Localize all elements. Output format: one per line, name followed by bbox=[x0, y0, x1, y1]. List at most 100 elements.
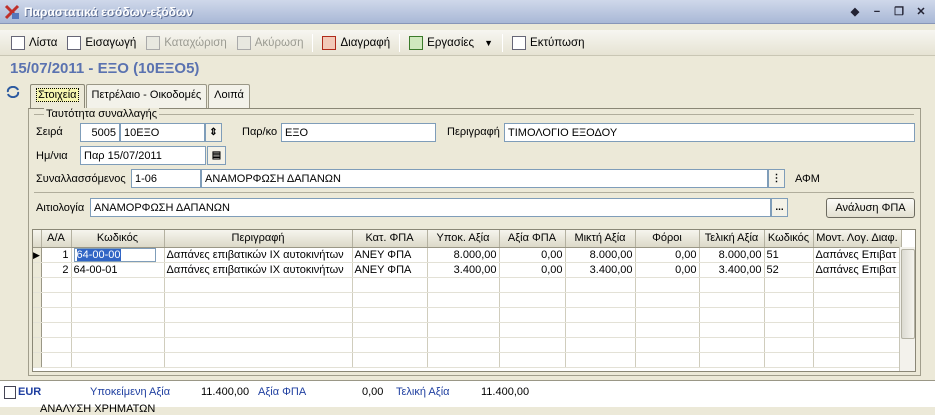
code-selected-text: 64-00-00 bbox=[76, 248, 121, 261]
vat-analysis-button[interactable]: Ανάλυση ΦΠΑ bbox=[826, 198, 915, 218]
grid-scrollbar[interactable] bbox=[899, 247, 915, 371]
tab-strip: Στοιχεία Πετρέλαιο - Οικοδομές Λοιπά bbox=[30, 84, 251, 108]
lines-table: Α/Α Κωδικός Περιγραφή Κατ. ΦΠΑ Υποκ. Αξί… bbox=[33, 230, 902, 368]
col-net-header[interactable]: Υποκ. Αξία bbox=[427, 230, 500, 248]
cell-vatcat[interactable]: ΑΝΕΥ ΦΠΑ bbox=[352, 262, 428, 278]
row-indicator: ▶ bbox=[33, 247, 42, 263]
col-descr-header[interactable]: Περιγραφή bbox=[164, 230, 353, 248]
cell-code2[interactable]: 52 bbox=[764, 262, 814, 278]
code-edit-field[interactable]: 64-00-00 bbox=[73, 247, 156, 261]
list-button[interactable]: Λίστα bbox=[6, 32, 62, 54]
col-vatcat-header[interactable]: Κατ. ΦΠΑ bbox=[352, 230, 428, 248]
cell-descr[interactable]: Δαπάνες επιβατικών IX αυτοκινήτων bbox=[164, 262, 353, 278]
table-row[interactable]: 2 64-00-01 Δαπάνες επιβατικών IX αυτοκιν… bbox=[33, 262, 902, 278]
list-icon bbox=[11, 35, 25, 50]
insert-button[interactable]: Εισαγωγή bbox=[62, 32, 141, 54]
divider bbox=[34, 192, 914, 193]
partner-code-field[interactable]: 1-06 bbox=[131, 169, 201, 188]
tab-label: Λοιπά bbox=[214, 89, 244, 101]
tab-other[interactable]: Λοιπά bbox=[208, 84, 250, 108]
refresh-icon[interactable] bbox=[6, 85, 20, 99]
cell-net[interactable]: 3.400,00 bbox=[427, 262, 500, 278]
col-code-header[interactable]: Κωδικός bbox=[71, 230, 165, 248]
empty-row bbox=[33, 352, 902, 368]
print-icon bbox=[512, 35, 527, 50]
cell-aa[interactable]: 1 bbox=[41, 247, 72, 263]
table-row[interactable]: ▶ 1 64-00-00 Δαπάνες επιβατικών IX αυτοκ… bbox=[33, 247, 902, 263]
series-name-field[interactable]: 10ΕΞΟ bbox=[120, 123, 205, 142]
col-model-header[interactable]: Μοντ. Λογ. Διαφ. bbox=[813, 230, 902, 248]
cancel-button[interactable]: Ακύρωση bbox=[232, 32, 309, 54]
list-label: Λίστα bbox=[29, 36, 58, 49]
col-total-header[interactable]: Τελική Αξία bbox=[699, 230, 765, 248]
scrollbar-thumb[interactable] bbox=[901, 249, 915, 339]
cut-off-text: ΑΝΑΛΥΣΗ ΧΡΗΜΑΤΩΝ bbox=[40, 403, 156, 415]
net-label: Υποκείμενη Αξία bbox=[90, 386, 171, 398]
register-button[interactable]: Καταχώριση bbox=[141, 32, 232, 54]
date-field[interactable]: Παρ 15/07/2011 bbox=[80, 146, 206, 165]
cell-vatcat[interactable]: ΑΝΕΥ ΦΠΑ bbox=[352, 247, 428, 263]
cell-aa[interactable]: 2 bbox=[41, 262, 72, 278]
cell-gross[interactable]: 8.000,00 bbox=[565, 247, 636, 263]
row-indicator bbox=[33, 262, 42, 278]
empty-row bbox=[33, 292, 902, 308]
total-value: 11.400,00 bbox=[481, 386, 530, 398]
toolbar-separator bbox=[312, 33, 314, 52]
diamond-icon[interactable]: ◆ bbox=[847, 4, 863, 20]
totals-footer: EUR Υποκείμενη Αξία 11.400,00 Αξία ΦΠΑ 0… bbox=[0, 380, 935, 415]
title-bar: Παραστατικά εσόδων-εξόδων ◆ − ❐ ✕ bbox=[0, 0, 935, 24]
cell-vat[interactable]: 0,00 bbox=[499, 247, 566, 263]
reason-field[interactable]: ΑΝΑΜΟΡΦΩΣΗ ΔΑΠΑΝΩΝ bbox=[90, 198, 771, 217]
reason-lookup-button[interactable]: ... bbox=[771, 198, 788, 217]
tasks-label: Εργασίες bbox=[427, 36, 475, 49]
series-code-field[interactable]: 5005 bbox=[80, 123, 120, 142]
minimize-button[interactable]: − bbox=[869, 4, 885, 20]
cell-total[interactable]: 8.000,00 bbox=[699, 247, 765, 263]
description-label: Περιγραφή bbox=[447, 126, 500, 138]
toolbar-separator bbox=[502, 33, 504, 52]
col-aa-header[interactable]: Α/Α bbox=[41, 230, 72, 248]
calendar-icon[interactable]: ▤ bbox=[207, 146, 226, 165]
cell-model[interactable]: Δαπάνες Επιβατ bbox=[813, 247, 902, 263]
close-button[interactable]: ✕ bbox=[913, 4, 929, 20]
description-field[interactable]: ΤΙΜΟΛΟΓΙΟ ΕΞΟΔΟΥ bbox=[504, 123, 915, 142]
col-code2-header[interactable]: Κωδικός bbox=[764, 230, 814, 248]
col-taxes-header[interactable]: Φόροι bbox=[635, 230, 700, 248]
delete-label: Διαγραφή bbox=[340, 36, 391, 49]
empty-row bbox=[33, 322, 902, 338]
indicator-header bbox=[33, 230, 42, 248]
cell-gross[interactable]: 3.400,00 bbox=[565, 262, 636, 278]
restore-button[interactable]: ❐ bbox=[891, 4, 907, 20]
cell-descr[interactable]: Δαπάνες επιβατικών IX αυτοκινήτων bbox=[164, 247, 353, 263]
tab-details[interactable]: Στοιχεία bbox=[30, 84, 85, 108]
cell-code2[interactable]: 51 bbox=[764, 247, 814, 263]
cell-net[interactable]: 8.000,00 bbox=[427, 247, 500, 263]
series-dropdown-button[interactable]: ⇕ bbox=[205, 123, 222, 142]
tasks-button[interactable]: Εργασίες ▼ bbox=[404, 32, 498, 54]
delete-button[interactable]: Διαγραφή bbox=[317, 32, 395, 54]
vat-value: 0,00 bbox=[362, 386, 384, 398]
col-vat-header[interactable]: Αξία ΦΠΑ bbox=[499, 230, 566, 248]
lines-grid: Α/Α Κωδικός Περιγραφή Κατ. ΦΠΑ Υποκ. Αξί… bbox=[32, 229, 916, 372]
cell-taxes[interactable]: 0,00 bbox=[635, 247, 700, 263]
cell-model[interactable]: Δαπάνες Επιβατ bbox=[813, 262, 902, 278]
app-x-icon bbox=[4, 4, 20, 20]
current-row-icon: ▶ bbox=[33, 249, 40, 260]
tab-fuel-buildings[interactable]: Πετρέλαιο - Οικοδομές bbox=[85, 84, 208, 108]
net-value: 11.400,00 bbox=[201, 386, 250, 398]
print-button[interactable]: Εκτύπωση bbox=[507, 32, 590, 54]
cell-taxes[interactable]: 0,00 bbox=[635, 262, 700, 278]
print-label: Εκτύπωση bbox=[530, 36, 585, 49]
cell-code[interactable]: 64-00-01 bbox=[71, 262, 165, 278]
partner-dropdown-button[interactable]: ⋮ bbox=[768, 169, 785, 188]
cell-code-editor[interactable]: 64-00-00 bbox=[71, 247, 165, 263]
cell-total[interactable]: 3.400,00 bbox=[699, 262, 765, 278]
col-gross-header[interactable]: Μικτή Αξία bbox=[565, 230, 636, 248]
insert-icon bbox=[67, 35, 82, 50]
partner-name-field[interactable]: ΑΝΑΜΟΡΦΩΣΗ ΔΑΠΑΝΩΝ bbox=[201, 169, 768, 188]
grid-header-row: Α/Α Κωδικός Περιγραφή Κατ. ΦΠΑ Υποκ. Αξί… bbox=[33, 230, 902, 248]
tasks-icon bbox=[409, 35, 424, 50]
parko-field[interactable]: ΕΞΟ bbox=[281, 123, 436, 142]
cell-vat[interactable]: 0,00 bbox=[499, 262, 566, 278]
delete-icon bbox=[322, 35, 337, 50]
